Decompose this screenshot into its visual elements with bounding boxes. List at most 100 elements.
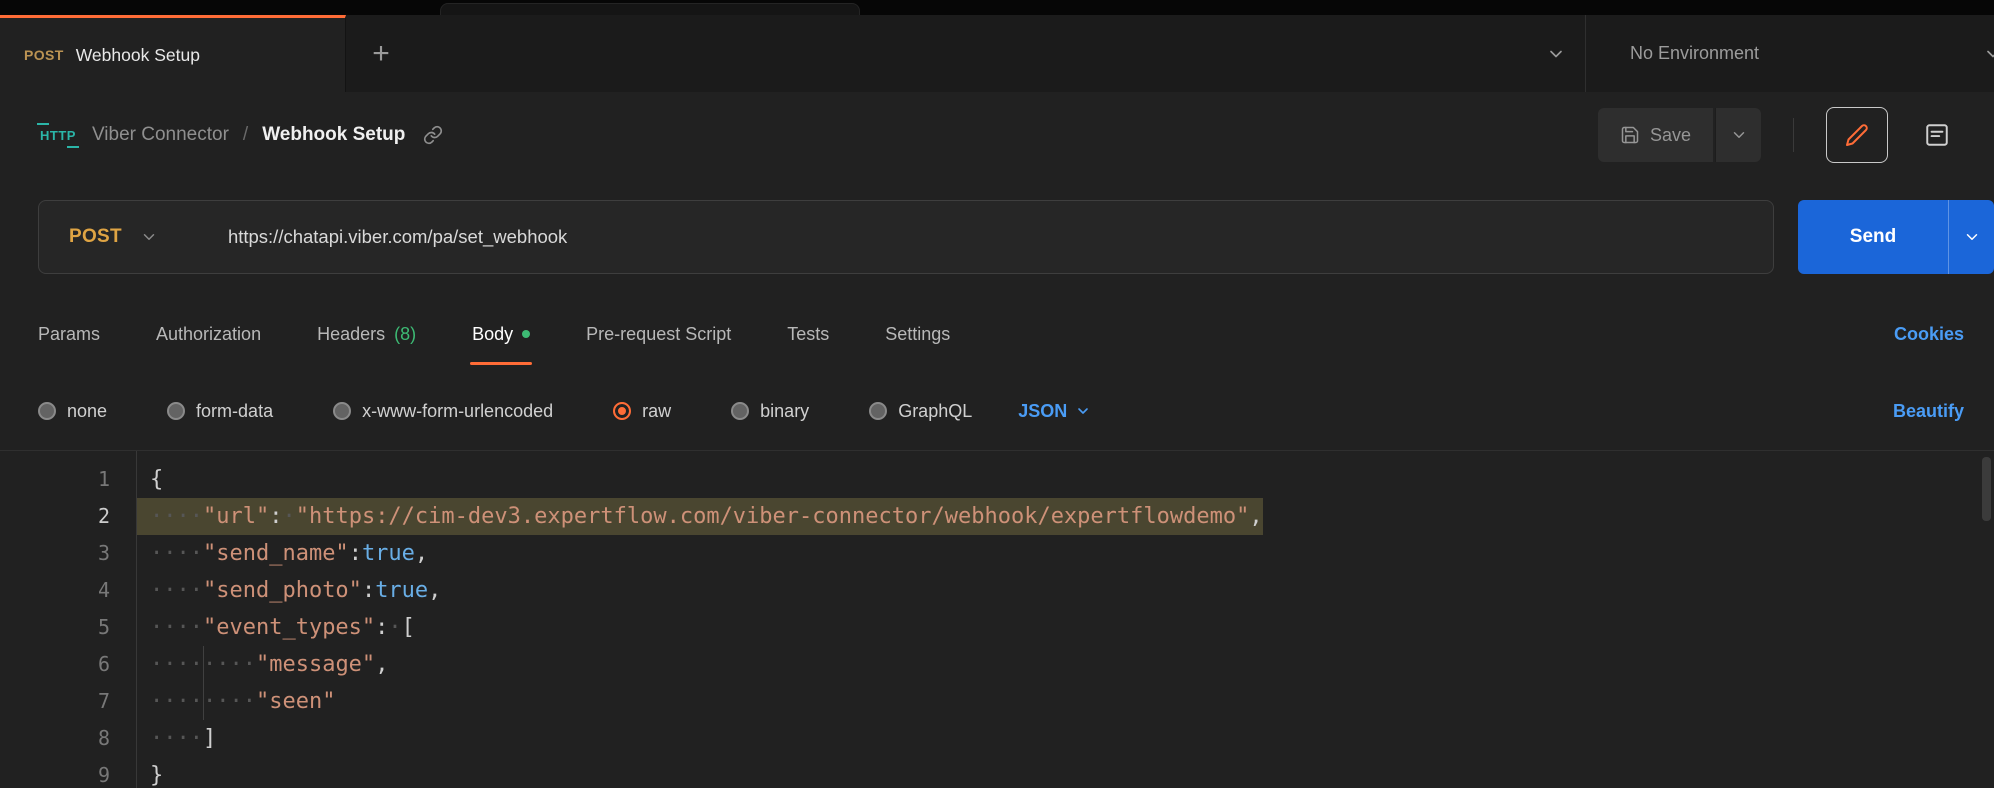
tab-label: Headers [317,324,385,345]
radio-icon [167,402,185,420]
tab-label: Tests [787,324,829,345]
breadcrumb: HTTP Viber Connector / Webhook Setup Sav… [0,92,1994,178]
radio-selected-icon [613,402,631,420]
line-number: 4 [0,572,136,609]
line-number: 6 [0,646,136,683]
line-number: 5 [0,609,136,646]
gutter-divider [136,451,137,788]
tab-pre-request-script[interactable]: Pre-request Script [586,296,731,372]
request-tab-webhook-setup[interactable]: POST Webhook Setup [0,15,346,92]
tab-tests[interactable]: Tests [787,296,829,372]
tab-label: Settings [885,324,950,345]
code-line[interactable]: 5····"event_types":·[ [0,609,1994,646]
tab-body[interactable]: Body [472,296,530,372]
code-text: ········"message", [136,646,388,683]
line-number: 8 [0,720,136,757]
body-type-bar: none form-data x-www-form-urlencoded raw… [0,372,1994,450]
save-icon [1620,125,1640,145]
tab-headers[interactable]: Headers (8) [317,296,416,372]
postman-app: POST Webhook Setup + No Environment HTTP… [0,0,1994,788]
tab-method-label: POST [24,47,64,63]
actions-divider [1793,118,1794,152]
line-number: 3 [0,535,136,572]
copy-link-icon[interactable] [423,125,443,145]
environment-label: No Environment [1630,43,1759,64]
method-selector[interactable]: POST [39,201,188,273]
code-line[interactable]: 9} [0,757,1994,788]
body-modified-dot [522,330,530,338]
tab-bar: POST Webhook Setup + No Environment [0,15,1994,92]
body-type-graphql[interactable]: GraphQL [869,401,972,422]
page-title: Webhook Setup [262,124,405,146]
url-container: POST [38,200,1774,274]
save-button[interactable]: Save [1598,108,1713,162]
code-line[interactable]: 8····] [0,720,1994,757]
code-line[interactable]: 3····"send_name":true, [0,535,1994,572]
pencil-icon [1845,123,1869,147]
line-number: 1 [0,461,136,498]
edit-pencil-button[interactable] [1826,107,1888,163]
send-options-chevron-icon[interactable] [1948,200,1994,274]
body-type-form-data[interactable]: form-data [167,401,273,422]
code-line[interactable]: 4····"send_photo":true, [0,572,1994,609]
breadcrumb-collection[interactable]: Viber Connector [92,124,229,146]
code-line[interactable]: 6········"message", [0,646,1994,683]
comments-button[interactable] [1908,107,1966,163]
radio-icon [333,402,351,420]
code-line[interactable]: 2····"url":·"https://cim-dev3.expertflow… [0,498,1994,535]
tab-authorization[interactable]: Authorization [156,296,261,372]
code-text: ····"send_name":true, [136,535,428,572]
radio-label: GraphQL [898,401,972,422]
send-button[interactable]: Send [1798,200,1948,274]
body-type-none[interactable]: none [38,401,107,422]
method-chevron-icon [140,228,158,246]
line-number: 9 [0,757,136,788]
tab-params[interactable]: Params [38,296,100,372]
radio-label: binary [760,401,809,422]
environment-selector[interactable]: No Environment [1585,15,1994,92]
code-text: ····"url":·"https://cim-dev3.expertflow.… [136,498,1263,535]
radio-label: x-www-form-urlencoded [362,401,553,422]
browser-tab-shape [440,3,860,15]
send-button-group: Send [1798,200,1994,274]
chevron-down-icon [1075,403,1091,419]
editor-scrollbar[interactable] [1982,457,1991,521]
tab-label: Params [38,324,100,345]
new-tab-button[interactable]: + [352,15,410,92]
line-number: 7 [0,683,136,720]
body-type-x-www-form-urlencoded[interactable]: x-www-form-urlencoded [333,401,553,422]
code-editor[interactable]: 1{2····"url":·"https://cim-dev3.expertfl… [0,450,1994,788]
beautify-link[interactable]: Beautify [1893,401,1964,422]
save-options-chevron-icon[interactable] [1715,108,1761,162]
http-protocol-icon: HTTP [38,126,78,145]
headers-count-badge: (8) [394,324,416,345]
tab-label: Authorization [156,324,261,345]
browser-chrome-strip [0,0,1994,15]
code-line[interactable]: 7········"seen" [0,683,1994,720]
url-bar: POST Send [0,178,1994,296]
url-input[interactable] [228,201,1773,273]
method-label: POST [69,226,122,248]
radio-icon [869,402,887,420]
language-selector[interactable]: JSON [1018,401,1091,422]
tab-label: Body [472,324,513,345]
tab-settings[interactable]: Settings [885,296,950,372]
radio-label: none [67,401,107,422]
request-tabs: Params Authorization Headers (8) Body Pre… [0,296,1994,372]
tab-list-chevron-icon[interactable] [1527,15,1585,92]
radio-icon [38,402,56,420]
code-text: } [136,757,163,788]
cookies-link[interactable]: Cookies [1894,324,1964,345]
comment-icon [1924,122,1950,148]
code-text: ····] [136,720,216,757]
environment-chevron-icon [1983,44,1994,64]
tab-title: Webhook Setup [76,45,200,66]
body-type-raw[interactable]: raw [613,401,671,422]
code-line[interactable]: 1{ [0,461,1994,498]
code-text: ········"seen" [136,683,335,720]
body-type-binary[interactable]: binary [731,401,809,422]
language-label: JSON [1018,401,1067,422]
radio-icon [731,402,749,420]
radio-label: form-data [196,401,273,422]
line-number: 2 [0,498,136,535]
